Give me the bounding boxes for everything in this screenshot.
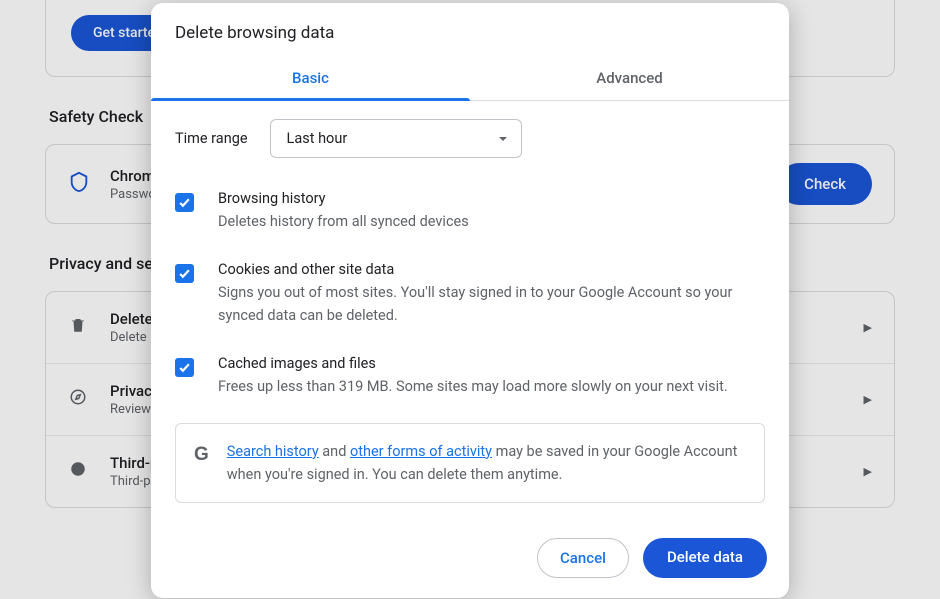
chevron-down-icon	[499, 137, 507, 141]
option-title: Cookies and other site data	[218, 261, 765, 278]
cancel-button[interactable]: Cancel	[537, 538, 629, 578]
google-icon: G	[194, 440, 209, 470]
google-account-info: G Search history and other forms of acti…	[175, 423, 765, 503]
option-desc: Frees up less than 319 MB. Some sites ma…	[218, 376, 728, 398]
other-activity-link[interactable]: other forms of activity	[350, 443, 492, 460]
delete-data-button[interactable]: Delete data	[643, 538, 767, 578]
search-history-link[interactable]: Search history	[227, 443, 319, 460]
tab-advanced[interactable]: Advanced	[470, 57, 789, 100]
info-text: Search history and other forms of activi…	[227, 440, 746, 486]
checkbox-cached[interactable]	[175, 358, 194, 377]
dialog-tabs: Basic Advanced	[151, 57, 789, 101]
dialog-footer: Cancel Delete data	[151, 522, 789, 598]
tab-basic[interactable]: Basic	[151, 57, 470, 100]
dialog-title: Delete browsing data	[151, 3, 789, 57]
option-title: Browsing history	[218, 190, 469, 207]
option-cookies: Cookies and other site data Signs you ou…	[175, 247, 765, 341]
option-title: Cached images and files	[218, 355, 728, 372]
option-cached: Cached images and files Frees up less th…	[175, 341, 765, 412]
delete-browsing-data-dialog: Delete browsing data Basic Advanced Time…	[151, 3, 789, 598]
time-range-label: Time range	[175, 130, 248, 147]
dialog-body: Time range Last hour Browsing history De…	[151, 101, 789, 522]
option-desc: Signs you out of most sites. You'll stay…	[218, 282, 765, 327]
option-desc: Deletes history from all synced devices	[218, 211, 469, 233]
time-range-select[interactable]: Last hour	[270, 119, 522, 158]
option-browsing-history: Browsing history Deletes history from al…	[175, 176, 765, 247]
time-range-row: Time range Last hour	[175, 115, 765, 176]
time-range-value: Last hour	[287, 130, 348, 147]
checkbox-browsing-history[interactable]	[175, 193, 194, 212]
checkbox-cookies[interactable]	[175, 264, 194, 283]
